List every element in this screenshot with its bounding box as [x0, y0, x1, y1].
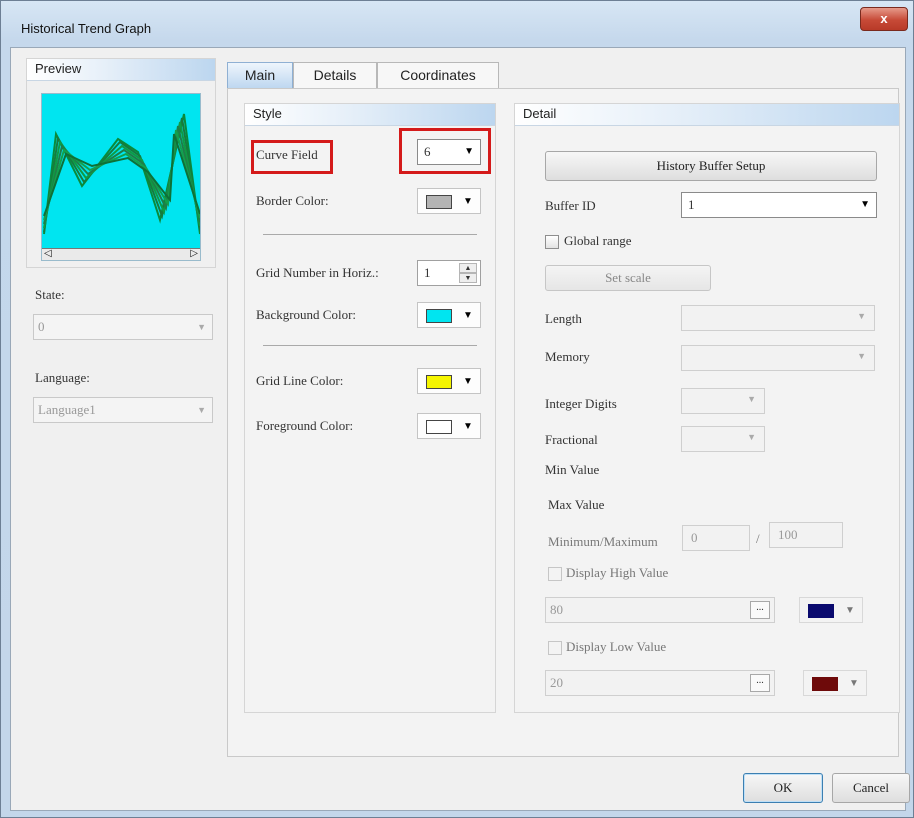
style-divider [263, 234, 477, 235]
global-range-label: Global range [564, 233, 632, 248]
cancel-button[interactable]: Cancel [832, 773, 910, 803]
background-color-picker[interactable]: ▼ [417, 302, 481, 328]
grid-number-value: 1 [424, 265, 431, 280]
stepper-up-icon[interactable]: ▲ [459, 263, 477, 273]
chevron-down-icon: ▼ [463, 376, 473, 387]
integer-digits-label: Integer Digits [545, 396, 617, 411]
high-color-picker[interactable]: ▼ [799, 597, 863, 623]
min-max-separator: / [756, 531, 760, 546]
curve-field-label: Curve Field [256, 147, 318, 162]
chevron-down-icon: ▼ [463, 421, 473, 432]
low-color-swatch [812, 677, 838, 691]
high-color-swatch [808, 604, 834, 618]
scroll-right-icon[interactable]: ▷ [190, 248, 198, 259]
integer-digits-select[interactable]: ▼ [681, 388, 765, 414]
grid-number-label: Grid Number in Horiz.: [256, 265, 379, 280]
border-color-picker[interactable]: ▼ [417, 188, 481, 214]
global-range-checkbox[interactable] [545, 235, 559, 249]
background-color-label: Background Color: [256, 307, 357, 322]
state-select[interactable]: 0 ▼ [33, 314, 213, 340]
grid-line-color-swatch [426, 375, 452, 389]
high-value-input[interactable]: 80 ... [545, 597, 775, 623]
style-header: Style [245, 104, 495, 126]
curve-field-value: 6 [424, 144, 431, 159]
memory-label: Memory [545, 349, 590, 364]
length-select[interactable]: ▼ [681, 305, 875, 331]
display-high-value-label: Display High Value [566, 565, 669, 580]
window-title: Historical Trend Graph [21, 21, 152, 36]
preview-group: Preview ◁ ▷ [26, 58, 216, 268]
length-label: Length [545, 311, 582, 326]
style-divider [263, 345, 477, 346]
chevron-down-icon: ▼ [747, 394, 756, 404]
language-value: Language1 [38, 402, 96, 417]
grid-line-color-label: Grid Line Color: [256, 373, 344, 388]
style-group: Style Curve Field 6 ▼ Border Color: ▼ Gr… [244, 103, 496, 713]
preview-scrollbar[interactable]: ◁ ▷ [42, 248, 200, 260]
fractional-select[interactable]: ▼ [681, 426, 765, 452]
display-low-value-checkbox[interactable] [548, 641, 562, 655]
trend-curves-svg [43, 113, 200, 235]
low-value-browse-button[interactable]: ... [750, 674, 770, 692]
max-value-label: Max Value [548, 497, 605, 512]
chevron-down-icon: ▼ [197, 405, 206, 415]
display-low-value-label: Display Low Value [566, 639, 667, 654]
tab-details[interactable]: Details [293, 62, 377, 88]
memory-select[interactable]: ▼ [681, 345, 875, 371]
chevron-down-icon: ▼ [845, 605, 855, 616]
stepper-down-icon[interactable]: ▼ [459, 273, 477, 283]
scroll-left-icon[interactable]: ◁ [44, 248, 52, 259]
chevron-down-icon: ▼ [860, 199, 870, 210]
detail-header: Detail [515, 104, 899, 126]
fractional-label: Fractional [545, 432, 598, 447]
min-max-label: Minimum/Maximum [548, 534, 658, 549]
trend-preview: ◁ ▷ [41, 93, 201, 261]
set-scale-button[interactable]: Set scale [545, 265, 711, 291]
ok-button[interactable]: OK [743, 773, 823, 803]
foreground-color-picker[interactable]: ▼ [417, 413, 481, 439]
main-tab-panel: Style Curve Field 6 ▼ Border Color: ▼ Gr… [227, 88, 900, 757]
tab-main[interactable]: Main [227, 62, 293, 88]
chevron-down-icon: ▼ [857, 351, 866, 361]
low-value: 20 [550, 675, 563, 690]
buffer-id-label: Buffer ID [545, 198, 596, 213]
foreground-color-label: Foreground Color: [256, 418, 354, 433]
detail-group: Detail History Buffer Setup Buffer ID 1 … [514, 103, 900, 713]
language-label: Language: [35, 370, 90, 385]
dialog-window: Historical Trend Graph x Preview ◁ ▷ Sta… [0, 0, 914, 818]
minimum-input[interactable]: 0 [682, 525, 750, 551]
tab-coordinates[interactable]: Coordinates [377, 62, 499, 88]
curve-field-select[interactable]: 6 ▼ [417, 139, 481, 165]
border-color-swatch [426, 195, 452, 209]
high-value-browse-button[interactable]: ... [750, 601, 770, 619]
state-label: State: [35, 287, 65, 302]
preview-header: Preview [27, 59, 215, 81]
close-button[interactable]: x [860, 7, 908, 31]
chevron-down-icon: ▼ [464, 146, 474, 157]
background-color-swatch [426, 309, 452, 323]
buffer-id-select[interactable]: 1 ▼ [681, 192, 877, 218]
grid-line-color-picker[interactable]: ▼ [417, 368, 481, 394]
display-high-value-checkbox[interactable] [548, 567, 562, 581]
high-value: 80 [550, 602, 563, 617]
chevron-down-icon: ▼ [857, 311, 866, 321]
grid-number-stepper[interactable]: 1 ▲ ▼ [417, 260, 481, 286]
history-buffer-setup-button[interactable]: History Buffer Setup [545, 151, 877, 181]
buffer-id-value: 1 [688, 197, 695, 212]
chevron-down-icon: ▼ [463, 310, 473, 321]
maximum-input[interactable]: 100 [769, 522, 843, 548]
chevron-down-icon: ▼ [747, 432, 756, 442]
border-color-label: Border Color: [256, 193, 329, 208]
language-select[interactable]: Language1 ▼ [33, 397, 213, 423]
foreground-color-swatch [426, 420, 452, 434]
low-value-input[interactable]: 20 ... [545, 670, 775, 696]
chevron-down-icon: ▼ [197, 322, 206, 332]
min-value-label: Min Value [545, 462, 600, 477]
low-color-picker[interactable]: ▼ [803, 670, 867, 696]
state-value: 0 [38, 319, 45, 334]
chevron-down-icon: ▼ [463, 196, 473, 207]
chevron-down-icon: ▼ [849, 678, 859, 689]
dialog-client: Preview ◁ ▷ State: 0 ▼ Language: Languag… [10, 47, 910, 811]
close-icon: x [880, 11, 888, 26]
